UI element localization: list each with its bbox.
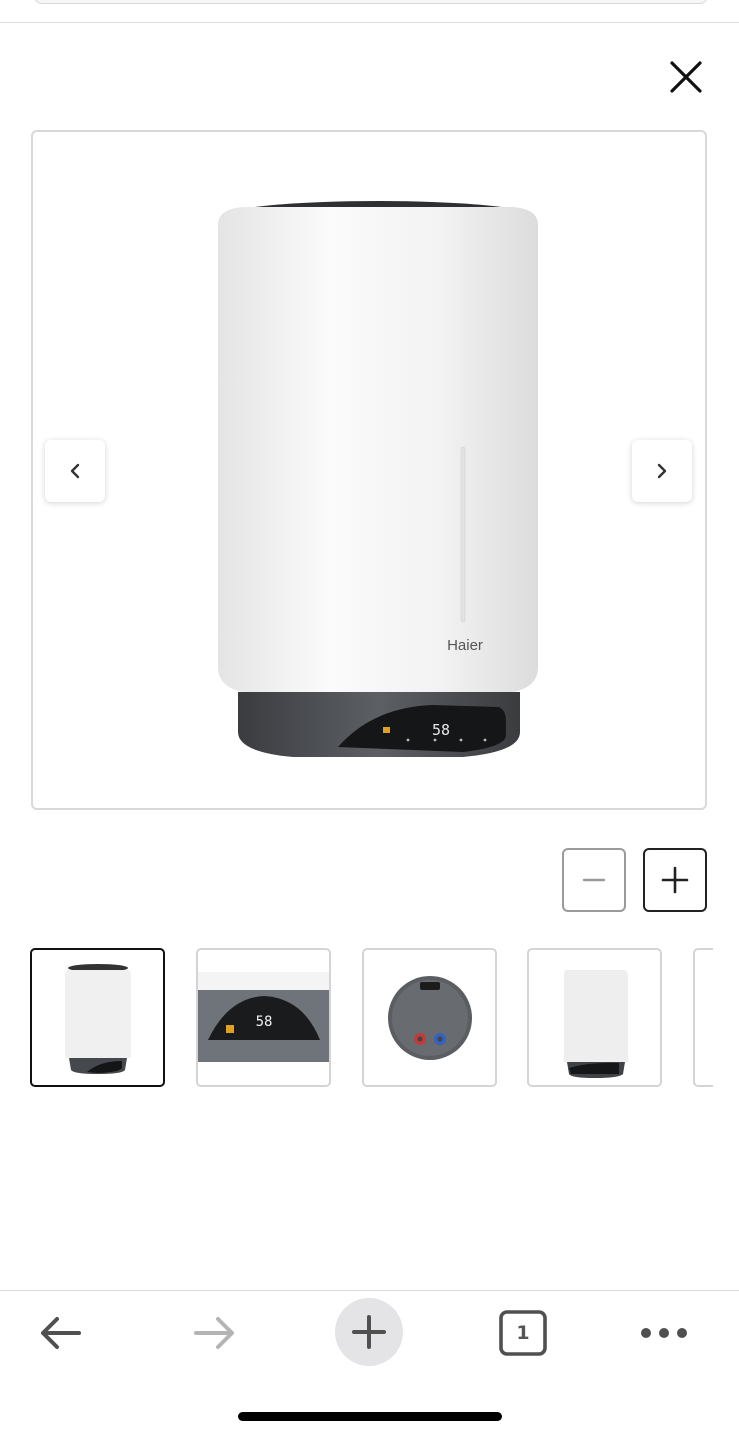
tabs-button[interactable]: 1 [488,1300,558,1366]
main-product-image[interactable]: Haier 58 [203,187,553,777]
thumbnail-1[interactable] [30,948,165,1087]
toolbar-divider [0,1290,739,1291]
arrow-right-icon [194,1317,234,1349]
display-reading: 58 [432,721,450,739]
forward-button[interactable] [180,1300,250,1366]
plus-icon [661,866,689,894]
top-divider [0,22,739,23]
zoom-in-button[interactable] [643,848,707,912]
back-button[interactable] [25,1300,95,1366]
tabs-count: 1 [516,1322,530,1344]
address-bar-fragment [34,0,708,4]
thumbnail-image-side [564,970,628,1078]
home-indicator [238,1412,502,1421]
close-icon [670,61,702,93]
chevron-right-icon [657,463,667,479]
thumbnail-3[interactable] [362,948,497,1087]
thumbnail-image-control-panel: 58 [198,972,329,1062]
main-image-frame: Haier 58 [31,130,707,810]
arrow-left-icon [41,1317,81,1349]
thumbnail-2[interactable]: 58 [196,948,331,1087]
new-tab-button[interactable] [335,1298,403,1366]
brand-logo-text: Haier [447,637,483,654]
chevron-left-icon [70,463,80,479]
plus-icon [352,1315,386,1349]
thumbnail-5-partial[interactable] [693,948,713,1087]
previous-image-button[interactable] [45,440,105,502]
more-button[interactable] [629,1300,699,1366]
thumbnail-image-bottom-view [388,976,472,1060]
minus-icon [582,878,606,882]
thumbnail-image-front [65,964,131,1074]
thumbnail-display-reading: 58 [256,1014,273,1030]
zoom-out-button[interactable] [562,848,626,912]
thumbnail-4[interactable] [527,948,662,1087]
close-button[interactable] [664,55,708,99]
next-image-button[interactable] [632,440,692,502]
more-dots-icon [641,1328,687,1338]
